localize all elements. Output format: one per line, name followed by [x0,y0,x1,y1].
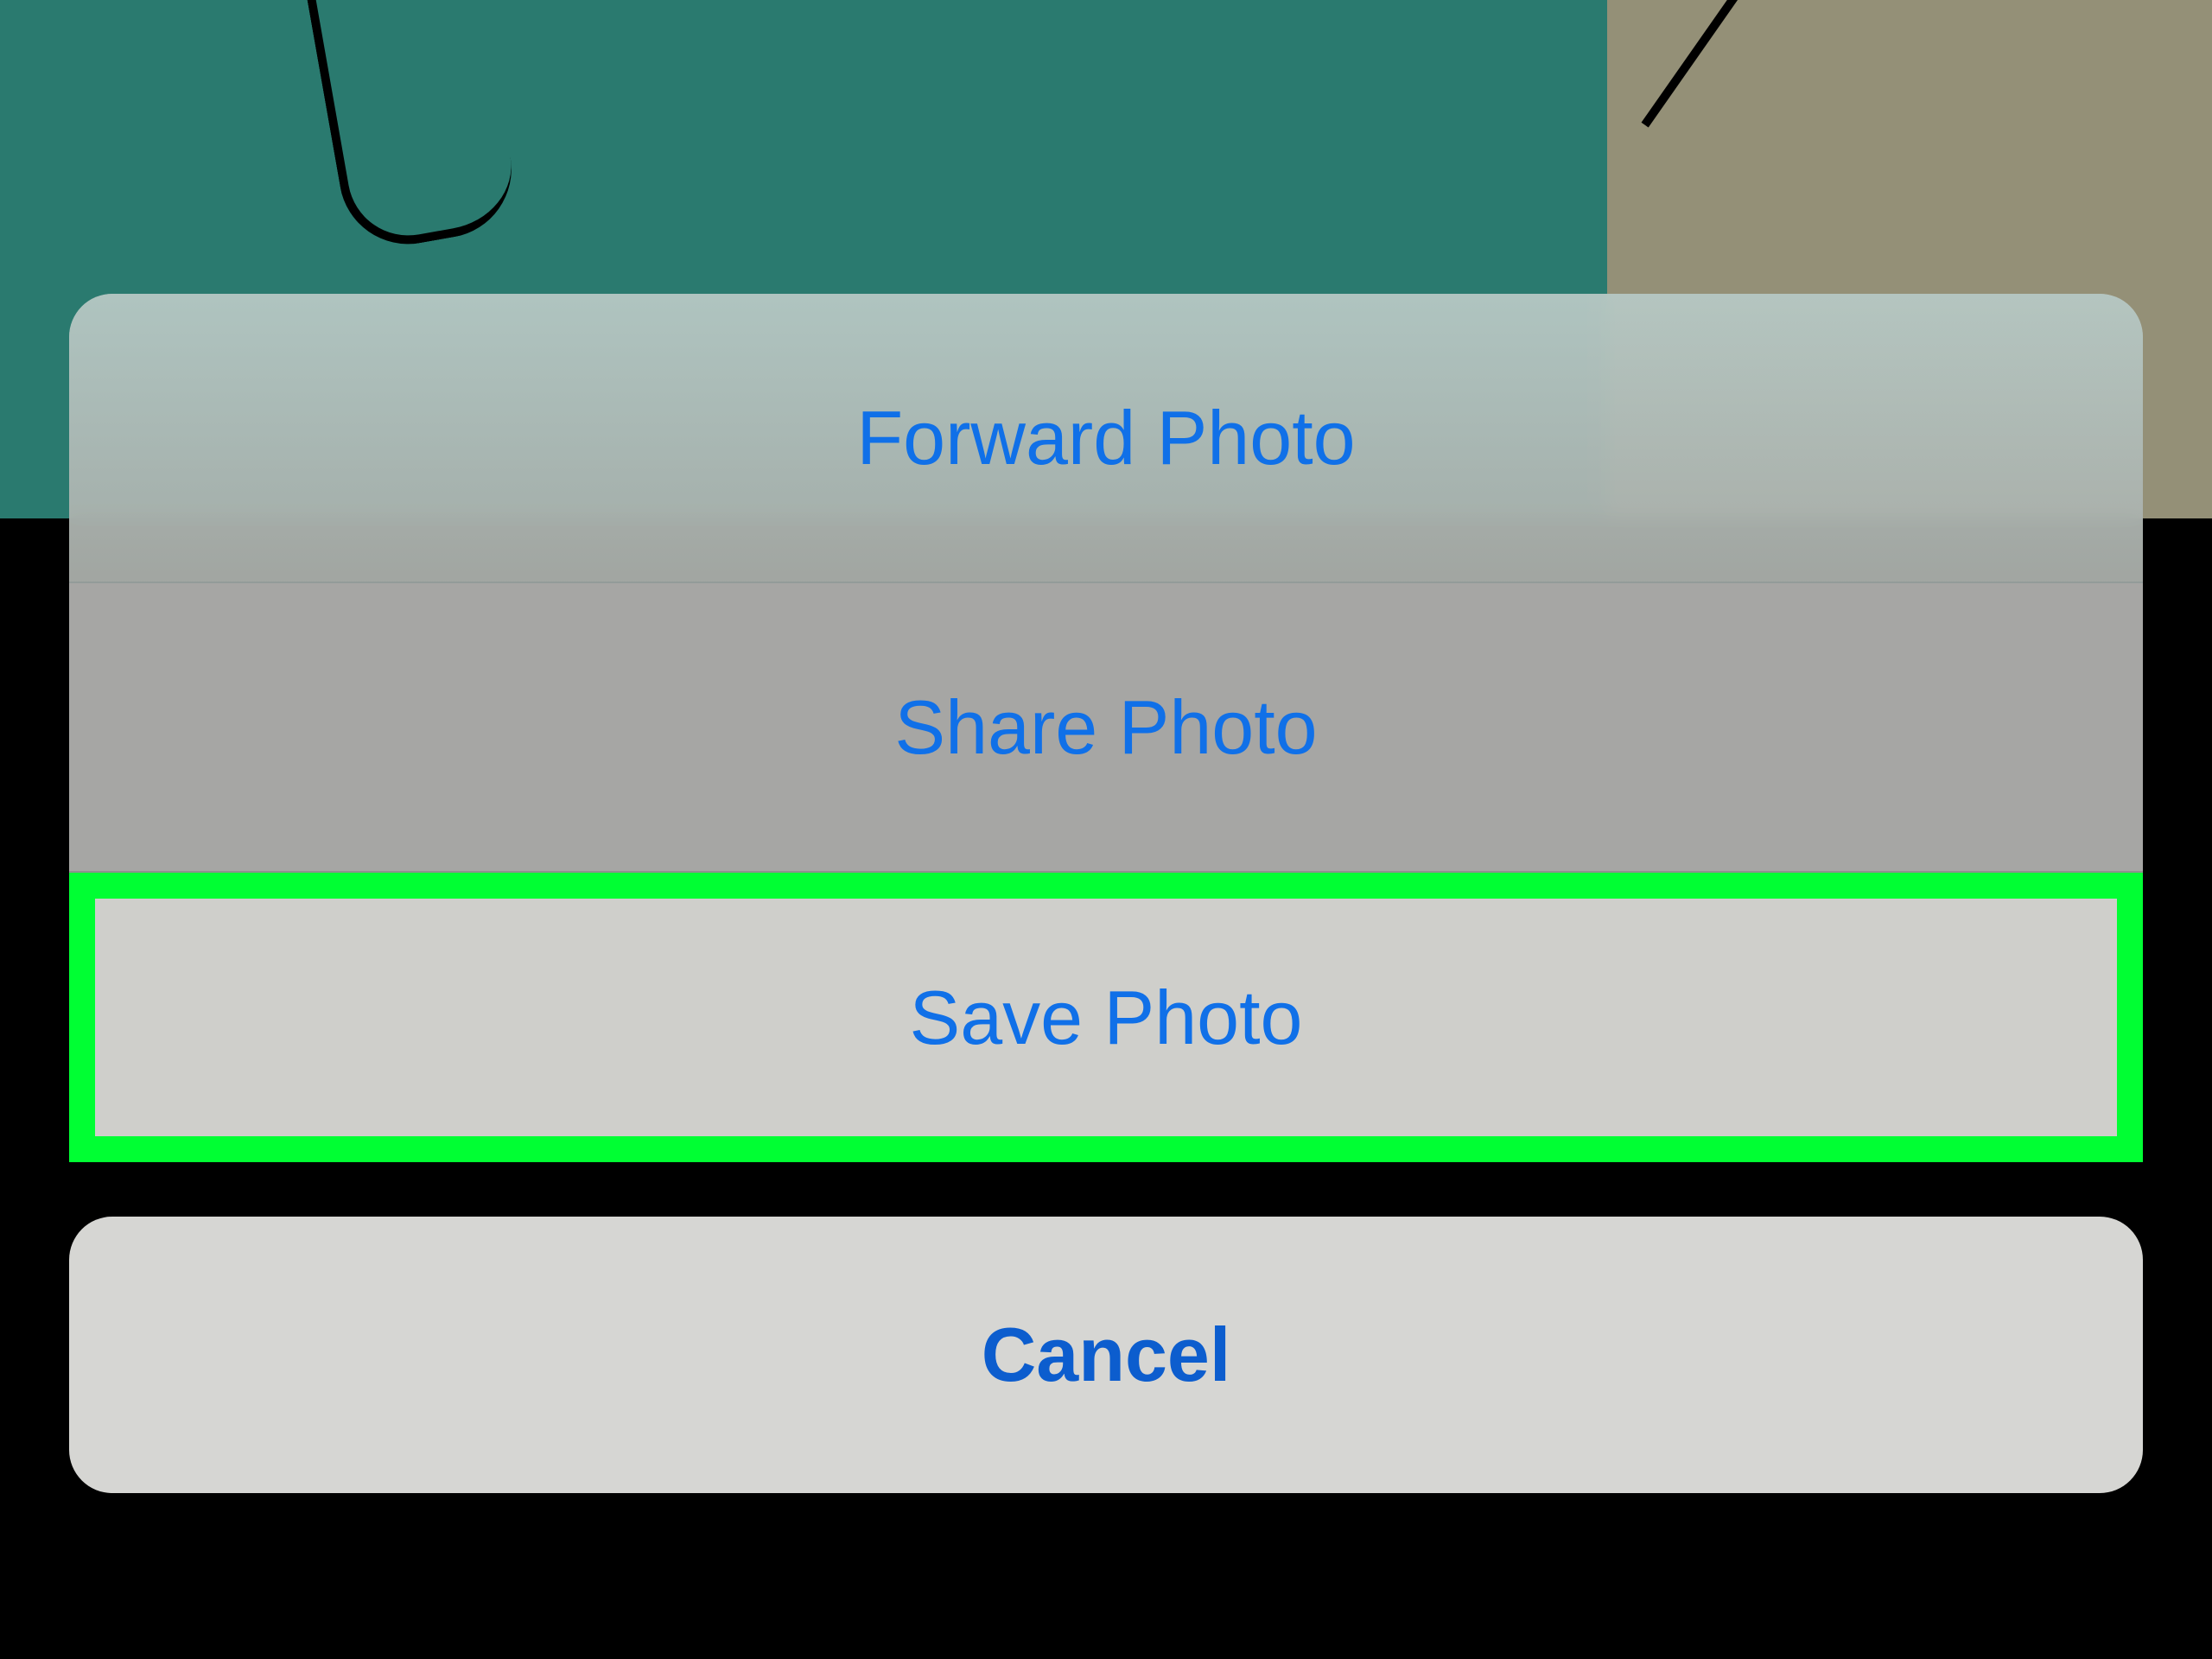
share-photo-button[interactable]: Share Photo [69,583,2143,873]
save-photo-button[interactable]: Save Photo [69,873,2143,1162]
cancel-button[interactable]: Cancel [69,1217,2143,1493]
cancel-label: Cancel [982,1311,1231,1399]
save-photo-label: Save Photo [910,974,1303,1062]
forward-photo-label: Forward Photo [856,394,1355,482]
action-sheet: Forward Photo Share Photo Save Photo [69,294,2143,1162]
share-photo-label: Share Photo [894,683,1317,772]
forward-photo-button[interactable]: Forward Photo [69,294,2143,583]
